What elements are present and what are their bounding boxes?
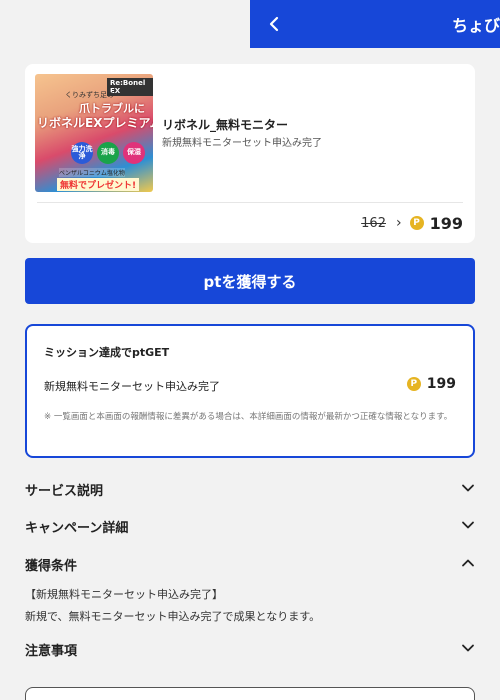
mission-points: P 199 [406,376,456,392]
points-new: 199 [429,213,463,233]
chevron-down-icon [461,481,475,499]
coin-icon: P [406,377,421,391]
image-badge-disinfect: 消毒 [97,142,119,164]
accordion-campaign-label: キャンペーン詳細 [25,521,129,536]
mission-item: 新規無料モニターセット申込み完了 [44,380,220,393]
back-button[interactable] [250,0,298,48]
get-points-button[interactable]: ptを獲得する [25,258,475,304]
conditions-heading: 【新規無料モニターセット申込み完了】 [25,588,223,601]
header-bar: ちょび [250,0,500,48]
image-promo: 無料でプレゼント! [57,178,140,191]
image-ingredient: ベンザルコニウム塩化物 [59,168,125,177]
coin-icon: P [409,216,424,230]
conditions-text: 新規で、無料モニターセット申込み完了で成果となります。 [25,610,321,623]
image-badge-moist: 保湿 [123,142,145,164]
chevron-down-icon [461,641,475,659]
image-headline: リボネルEXプレミアム [37,116,153,130]
product-subtitle: 新規無料モニターセット申込み完了 [162,138,322,149]
offer-card[interactable]: Re:Bonel EX くりみずち足の 爪トラブルに リボネルEXプレミアム 強… [25,64,475,243]
image-catch: くりみずち足の [65,91,114,99]
header-title: ちょび [452,16,500,35]
image-badge-wash: 強力洗浄 [71,142,93,164]
accordion-notes[interactable]: 注意事項 [25,640,475,659]
divider [37,202,463,203]
accordion-service[interactable]: サービス説明 [25,480,475,499]
accordion-conditions-label: 獲得条件 [25,559,78,574]
points-row: 162 › P 199 [361,213,463,233]
accordion-campaign[interactable]: キャンペーン詳細 [25,517,475,536]
mission-points-value: 199 [426,376,456,392]
chevron-left-icon [269,16,279,32]
mission-note: ※ 一覧画面と本画面の報酬情報に差異がある場合は、本詳細画面の情報が最新かつ正確… [44,412,453,422]
product-name: リボネル_無料モニター [162,118,289,132]
arrow-right-icon: › [395,215,402,231]
points-old: 162 [361,215,386,231]
accordion-service-label: サービス説明 [25,484,104,499]
accordion-conditions[interactable]: 獲得条件 [25,555,475,574]
bottom-button[interactable] [25,687,475,700]
chevron-down-icon [461,518,475,536]
mission-box: ミッション達成でptGET 新規無料モニターセット申込み完了 P 199 ※ 一… [25,324,475,458]
accordion-notes-label: 注意事項 [25,644,78,659]
mission-title: ミッション達成でptGET [44,346,170,359]
product-image: Re:Bonel EX くりみずち足の 爪トラブルに リボネルEXプレミアム 強… [35,74,153,192]
chevron-up-icon [461,556,475,574]
